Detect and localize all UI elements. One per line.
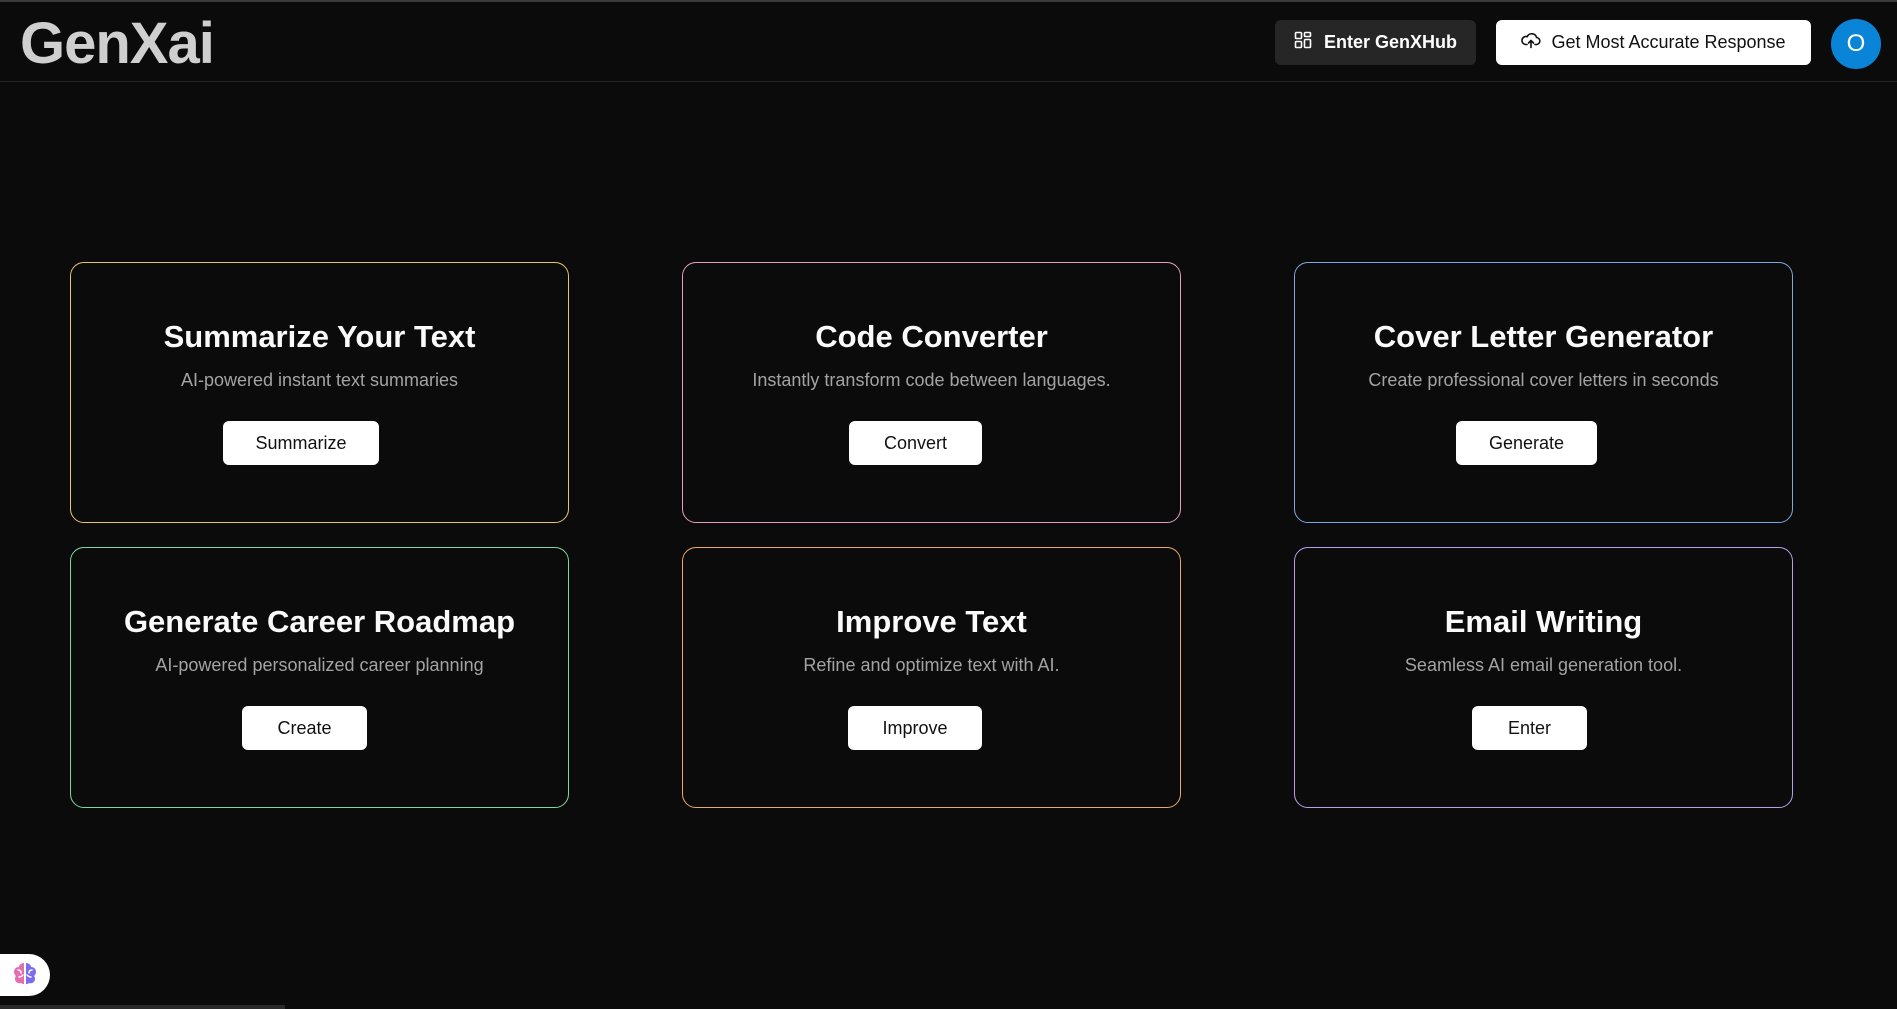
- summarize-button[interactable]: Summarize: [223, 421, 379, 465]
- get-accurate-response-label: Get Most Accurate Response: [1551, 32, 1786, 52]
- card-title: Generate Career Roadmap: [123, 604, 516, 639]
- card-title: Cover Letter Generator: [1373, 319, 1714, 354]
- cloud-upload-icon: [1521, 31, 1542, 54]
- enter-genxhub-label: Enter GenXHub: [1323, 32, 1457, 52]
- horizontal-scrollbar[interactable]: [0, 1005, 285, 1009]
- improve-button[interactable]: Improve: [848, 706, 982, 750]
- convert-button[interactable]: Convert: [849, 421, 982, 465]
- card-title: Email Writing: [1444, 604, 1643, 639]
- app-logo[interactable]: GenXai: [20, 10, 215, 77]
- card-title: Summarize Your Text: [163, 319, 476, 354]
- card-description: Instantly transform code between languag…: [752, 370, 1111, 390]
- enter-genxhub-button[interactable]: Enter GenXHub: [1275, 20, 1476, 65]
- card-description: AI-powered instant text summaries: [180, 370, 459, 390]
- card-career-roadmap: Generate Career Roadmap AI-powered perso…: [70, 547, 569, 808]
- brain-icon: [12, 961, 38, 990]
- card-description: Refine and optimize text with AI.: [803, 655, 1060, 675]
- card-description: AI-powered personalized career planning: [155, 655, 484, 675]
- card-code-converter: Code Converter Instantly transform code …: [682, 262, 1181, 523]
- user-avatar[interactable]: O: [1831, 19, 1881, 69]
- card-title: Code Converter: [815, 319, 1048, 354]
- create-button[interactable]: Create: [242, 706, 367, 750]
- assistant-launcher-button[interactable]: [0, 954, 50, 996]
- top-navbar: GenXai Enter GenXHub Get Most Accurate R…: [0, 2, 1897, 82]
- card-title: Improve Text: [836, 604, 1027, 639]
- card-description: Seamless AI email generation tool.: [1404, 655, 1683, 675]
- card-cover-letter: Cover Letter Generator Create profession…: [1294, 262, 1793, 523]
- card-email-writing: Email Writing Seamless AI email generati…: [1294, 547, 1793, 808]
- avatar-initial: O: [1846, 30, 1866, 57]
- enter-button[interactable]: Enter: [1472, 706, 1587, 750]
- card-summarize: Summarize Your Text AI-powered instant t…: [70, 262, 569, 523]
- card-improve-text: Improve Text Refine and optimize text wi…: [682, 547, 1181, 808]
- generate-button[interactable]: Generate: [1456, 421, 1597, 465]
- get-accurate-response-button[interactable]: Get Most Accurate Response: [1496, 20, 1811, 65]
- card-description: Create professional cover letters in sec…: [1368, 370, 1719, 390]
- grid-icon: [1294, 31, 1312, 54]
